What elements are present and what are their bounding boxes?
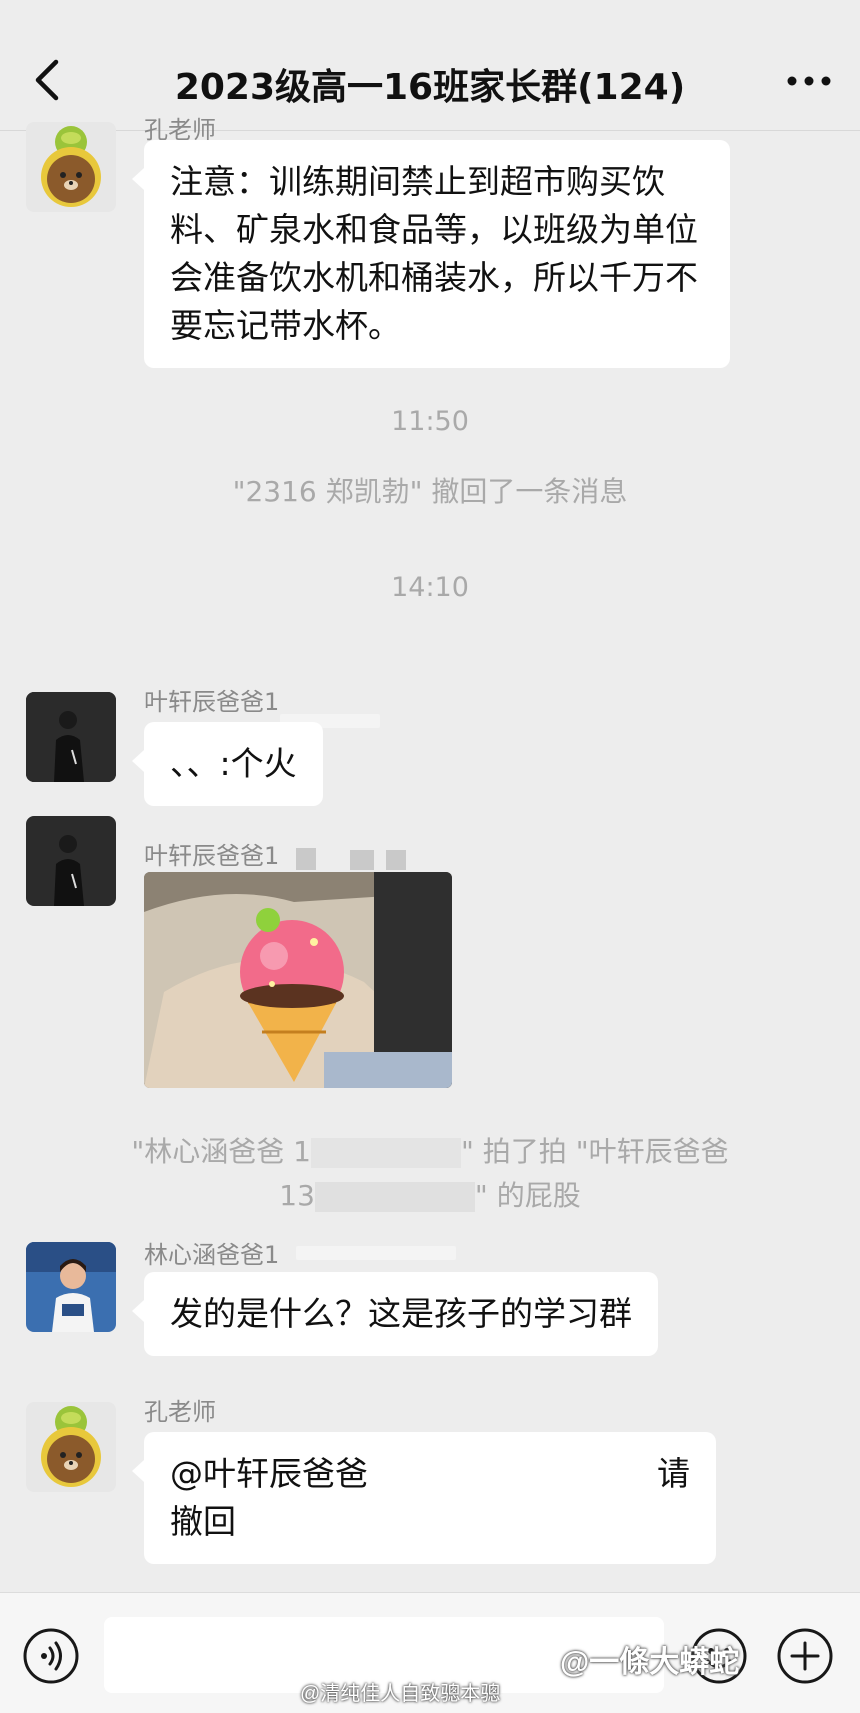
message-tail-text: 请: [657, 1454, 690, 1493]
message-bubble[interactable]: 发的是什么？这是孩子的学习群: [132, 1272, 658, 1356]
message-list[interactable]: 孔老师 注意：训练期间禁止到超市购买饮料、矿泉水和食品等，以班级为单位会准备饮水…: [0, 116, 860, 1590]
more-dots-icon: [787, 76, 831, 86]
chat-title: 2023级高一16班家长群(124): [174, 67, 686, 108]
pat-line-2-start: 13: [279, 1179, 315, 1212]
voice-icon: [23, 1628, 79, 1684]
more-button[interactable]: [784, 66, 834, 96]
pat-line-1-start: "林心涵爸爸 1: [131, 1135, 312, 1168]
pat-line-2-end: " 的屁股: [474, 1179, 581, 1212]
recall-notice: "2316 郑凯勃" 撤回了一条消息: [232, 475, 628, 508]
pat-line-2: 13 " 的屁股: [60, 1174, 800, 1218]
pat-line-1: "林心涵爸爸 1 " 拍了拍 "叶轩辰爸爸: [60, 1130, 800, 1174]
censor-mosaic: [350, 850, 374, 870]
pat-notice: "林心涵爸爸 1 " 拍了拍 "叶轩辰爸爸 13 " 的屁股: [60, 1130, 800, 1218]
pat-line-1-end: " 拍了拍 "叶轩辰爸爸: [461, 1135, 729, 1168]
censor-mosaic: [386, 850, 406, 870]
voice-button[interactable]: [22, 1627, 80, 1685]
censor-mask: [296, 1246, 456, 1260]
chat-header: 2023级高一16班家长群(124): [0, 0, 860, 131]
message-bubble[interactable]: 注意：训练期间禁止到超市购买饮料、矿泉水和食品等，以班级为单位会准备饮水机和桶装…: [132, 140, 730, 368]
mention-line: @叶轩辰爸爸 请: [170, 1450, 690, 1498]
avatar-ye-father[interactable]: [26, 816, 116, 906]
avatar-lin-father[interactable]: [26, 1242, 116, 1332]
mention-text: @叶轩辰爸爸: [170, 1454, 368, 1493]
person-avatar-icon: [26, 816, 116, 906]
weibo-watermark: @清纯佳人自致骢本骢: [300, 1683, 501, 1705]
avatar-teacher[interactable]: [26, 122, 116, 212]
redacted-block: [311, 1138, 462, 1168]
censored-photo-icon: [144, 872, 452, 1088]
input-bar: @清纯佳人自致骢本骢 @一條大蟒蛇: [0, 1592, 860, 1713]
timestamp: 14:10: [391, 572, 469, 603]
censor-mosaic: [296, 848, 316, 870]
sender-name: 孔老师: [144, 1398, 216, 1426]
sender-name: 林心涵爸爸1: [144, 1241, 280, 1269]
timestamp: 11:50: [391, 406, 469, 437]
girl-photo-avatar-icon: [26, 1242, 116, 1332]
bear-avatar-icon: [26, 1402, 116, 1492]
message-line-2: 撤回: [170, 1502, 236, 1541]
sender-name: 叶轩辰爸爸1: [144, 842, 280, 870]
avatar-ye-father[interactable]: [26, 692, 116, 782]
plus-icon: [777, 1628, 833, 1684]
person-avatar-icon: [26, 692, 116, 782]
message-bubble[interactable]: 、、:个火: [132, 722, 323, 806]
plus-button[interactable]: [776, 1627, 834, 1685]
sender-name: 叶轩辰爸爸1: [144, 688, 280, 716]
corner-watermark: @一條大蟒蛇: [560, 1646, 740, 1679]
image-message[interactable]: [144, 872, 452, 1088]
bear-avatar-icon: [26, 122, 116, 212]
message-bubble[interactable]: @叶轩辰爸爸 请 撤回: [132, 1432, 716, 1564]
avatar-teacher[interactable]: [26, 1402, 116, 1492]
redacted-block: [314, 1182, 475, 1212]
